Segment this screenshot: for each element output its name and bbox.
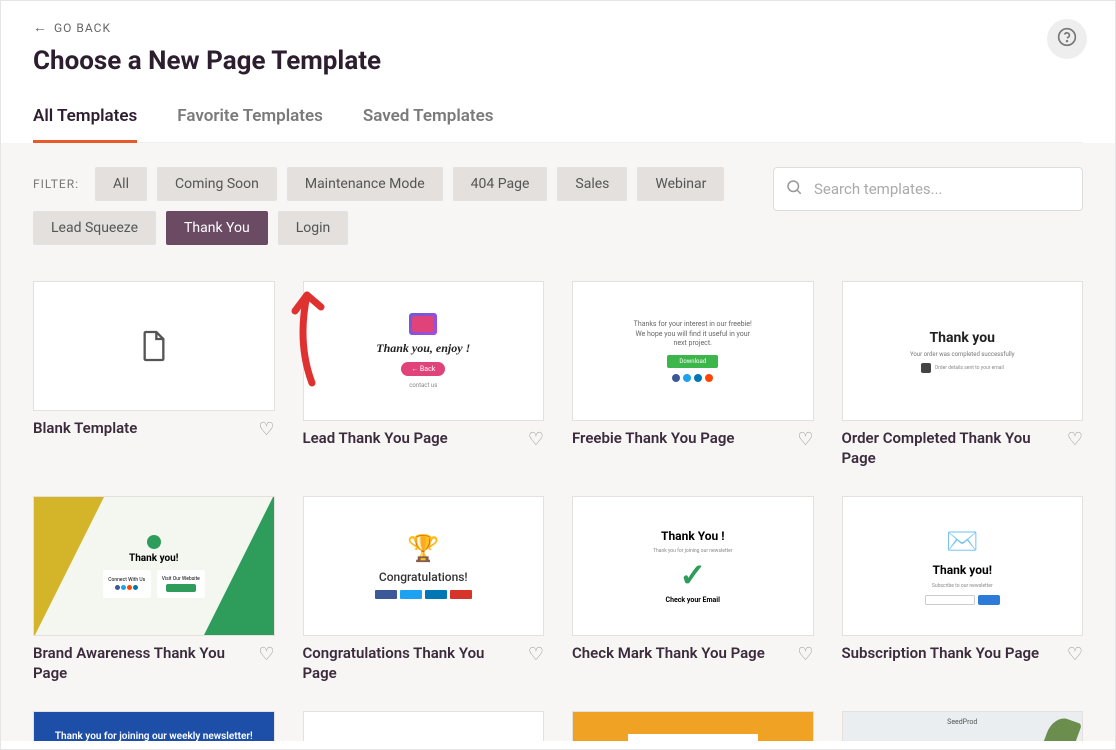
search-input[interactable] [773,167,1083,211]
template-title: Blank Template [33,419,137,439]
template-thumbnail-congrats[interactable]: 🏆 Congratulations! [303,496,545,636]
tab-saved-templates[interactable]: Saved Templates [363,106,494,142]
heart-icon[interactable]: ♡ [528,429,544,450]
heart-icon[interactable]: ♡ [258,419,274,440]
heart-icon[interactable]: ♡ [797,429,813,450]
thumb-heading: Thank you for joining our weekly newslet… [43,731,265,742]
template-thumbnail-newsletter[interactable]: Thank you for joining our weekly newslet… [33,711,275,741]
tab-all-templates[interactable]: All Templates [33,106,137,142]
filter-webinar[interactable]: Webinar [637,167,724,201]
template-thumbnail-signup[interactable]: Thanks for signing up! [303,711,545,741]
template-thumbnail-brand[interactable]: Thank you! Connect With Us Visit Our Web… [33,496,275,636]
check-circle-icon [147,535,161,549]
template-card: ✉️ Thank you! Subscribe to our newslette… [842,496,1084,683]
heart-icon[interactable]: ♡ [797,644,813,665]
filter-label: FILTER: [33,177,79,191]
filter-login[interactable]: Login [278,211,349,245]
filter-coming-soon[interactable]: Coming Soon [157,167,277,201]
template-card: Thank you! Connect With Us Visit Our Web… [33,496,275,683]
search-icon [785,178,803,200]
heart-icon[interactable]: ♡ [528,644,544,665]
template-card: Thank you Your order was completed succe… [842,281,1084,468]
tab-favorite-templates[interactable]: Favorite Templates [177,106,323,142]
filter-sales[interactable]: Sales [557,167,627,201]
thumb-button: ← Back [401,362,445,376]
template-thumbnail-subscription[interactable]: ✉️ Thank you! Subscribe to our newslette… [842,496,1084,636]
template-card: Thank You ! Thank you for joining our ne… [572,496,814,683]
envelope-icon: ✉️ [946,527,978,557]
envelope-icon [409,313,437,335]
help-button[interactable] [1047,19,1087,59]
template-card: 🏆 Congratulations! Congratulations Thank… [303,496,545,683]
thumb-sub: Your order was completed successfully [910,351,1015,358]
go-back-link[interactable]: ← GO BACK [33,19,111,36]
thumb-sub: Thank you for joining our newsletter [653,548,733,554]
thumb-sub: Subscribe to our newsletter [932,583,993,589]
thumb-button: Download [667,355,718,368]
filter-lead-squeeze[interactable]: Lead Squeeze [33,211,156,245]
template-card: Thanks for your interest in our freebie!… [572,281,814,468]
template-thumbnail-freebie[interactable]: Thanks for your interest in our freebie!… [572,281,814,421]
document-icon [140,329,168,363]
page-title: Choose a New Page Template [33,46,1083,76]
thumb-heading: Thanks for signing up! Want to invite a … [628,734,758,741]
thumb-text: Thanks for your interest in our freebie!… [634,320,752,349]
template-thumbnail-check[interactable]: Thank You ! Thank you for joining our ne… [572,496,814,636]
template-thumbnail-invite[interactable]: Thanks for signing up! Want to invite a … [572,711,814,741]
thumb-row: Order details sent to your email [921,363,1004,373]
heart-icon[interactable]: ♡ [1067,644,1083,665]
template-card: SeedProd Here's your free report! [842,711,1084,741]
template-title: Brand Awareness Thank You Page [33,644,250,683]
heart-icon[interactable]: ♡ [258,644,274,665]
template-title: Freebie Thank You Page [572,429,734,449]
thumb-heading: Congratulations! [379,570,468,584]
arrow-left-icon: ← [33,19,48,36]
template-thumbnail-lead[interactable]: Thank you, enjoy ! ← Back contact us [303,281,545,421]
thumb-form [925,595,1000,605]
template-card: Thanks for signing up! [303,711,545,741]
thumb-heading: Thank you, enjoy ! [376,341,470,356]
filter-404-page[interactable]: 404 Page [453,167,548,201]
thumb-note: contact us [409,382,437,389]
thumb-brand: SeedProd [843,718,1083,726]
thumb-buttons [375,590,472,599]
template-title: Order Completed Thank You Page [842,429,1059,468]
filter-all[interactable]: All [95,167,147,201]
filter-maintenance-mode[interactable]: Maintenance Mode [287,167,443,201]
thumb-heading: Thank you [929,330,995,346]
template-title: Check Mark Thank You Page [572,644,765,664]
thumb-heading: Thank you! [933,563,992,577]
template-title: Congratulations Thank You Page [303,644,520,683]
template-title: Subscription Thank You Page [842,644,1040,664]
check-icon: ✓ [679,559,706,591]
thumb-heading: Thank you! [103,553,205,564]
filter-thank-you[interactable]: Thank You [166,211,268,245]
template-card: Thank you, enjoy ! ← Back contact us Lea… [303,281,545,468]
template-card: Thank you for joining our weekly newslet… [33,711,275,741]
thumb-heading: Thank You ! [661,529,724,543]
social-icons [672,374,713,382]
template-thumbnail-order[interactable]: Thank you Your order was completed succe… [842,281,1084,421]
template-card: Blank Template ♡ [33,281,275,468]
template-title: Lead Thank You Page [303,429,448,449]
help-icon [1057,27,1077,52]
template-thumbnail-report[interactable]: SeedProd Here's your free report! [842,711,1084,741]
trophy-icon: 🏆 [407,534,439,564]
heart-icon[interactable]: ♡ [1067,429,1083,450]
template-thumbnail-blank[interactable] [33,281,275,411]
go-back-label: GO BACK [54,21,111,35]
tabs: All Templates Favorite Templates Saved T… [33,106,1083,143]
thumb-label: Check your Email [665,596,720,604]
template-card: Thanks for signing up! Want to invite a … [572,711,814,741]
